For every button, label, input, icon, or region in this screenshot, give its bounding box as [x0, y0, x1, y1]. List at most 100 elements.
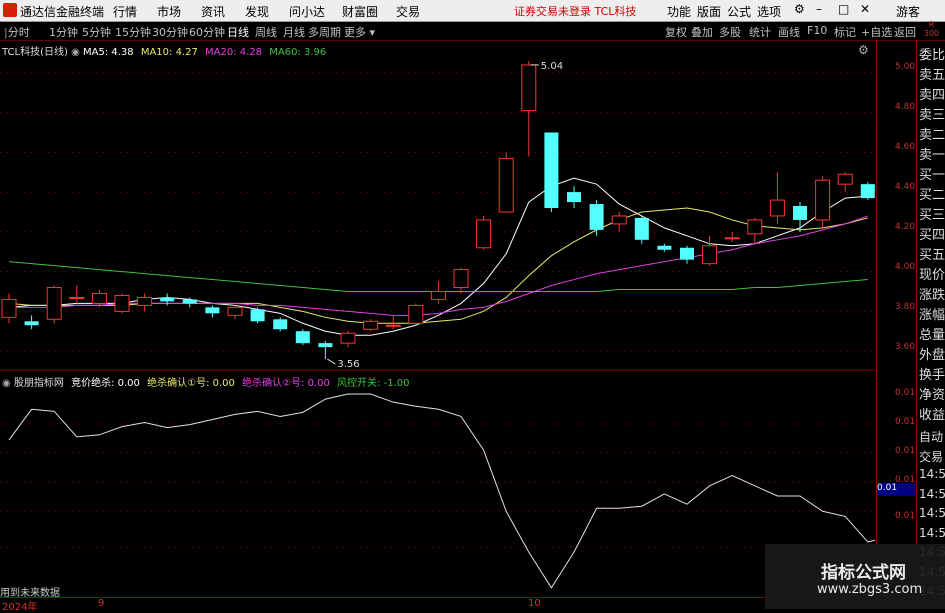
- sidebar-item[interactable]: 自动: [919, 428, 943, 445]
- sidebar-item[interactable]: 卖一: [919, 144, 945, 163]
- sidebar-item[interactable]: 卖四: [919, 84, 945, 103]
- sidebar-item[interactable]: 涨幅: [919, 304, 945, 323]
- legend-toggle-icon[interactable]: ◉: [71, 47, 83, 58]
- price-tick: 3.60: [895, 342, 916, 352]
- minimize-icon[interactable]: –: [816, 2, 822, 16]
- close-icon[interactable]: ✕: [860, 2, 870, 16]
- tab-period-60min[interactable]: 60分钟: [189, 24, 225, 40]
- sidebar-item[interactable]: 收益: [919, 404, 945, 423]
- tab-period-30min[interactable]: 30分钟: [152, 24, 188, 40]
- watermark: 指标公式网 www.zbgs3.com: [765, 544, 945, 609]
- menu-item-news[interactable]: 资讯: [201, 3, 225, 20]
- candle-body-down: [205, 307, 220, 314]
- candle-body-down: [295, 331, 310, 344]
- sidebar-item[interactable]: 14:56: [919, 526, 945, 540]
- indicator-chart[interactable]: [0, 372, 875, 597]
- sidebar-item[interactable]: 总量: [919, 324, 945, 343]
- sidebar-item[interactable]: 买一: [919, 164, 945, 183]
- sidebar-item[interactable]: 卖二: [919, 124, 945, 143]
- candle-body-up: [69, 296, 85, 299]
- sidebar-item[interactable]: 卖五: [919, 64, 945, 83]
- price-tick: 4.00: [895, 262, 916, 272]
- sidebar-item[interactable]: 14:56: [919, 487, 945, 501]
- x-axis-label: 2024年: [2, 602, 38, 613]
- menu-item-trade[interactable]: 交易: [396, 3, 420, 20]
- sidebar-item[interactable]: 换手: [919, 364, 945, 383]
- tab-period-multi[interactable]: 多周期: [308, 24, 341, 40]
- draw-line-button[interactable]: 画线: [778, 24, 800, 40]
- price-tick: 4.40: [895, 182, 916, 192]
- indicator-tick: 0.01: [895, 511, 916, 521]
- tab-period-more[interactable]: 更多 ▾: [344, 24, 375, 40]
- menu-item-assistant[interactable]: 问小达: [289, 3, 325, 20]
- ma-line-ma10: [8, 207, 868, 324]
- indicator-panel[interactable]: ◉ 股朋指标网 竞价绝杀: 0.00 绝杀确认①号: 0.00 绝杀确认②号: …: [0, 372, 875, 599]
- kline-panel[interactable]: 5.04 3.56 TCL科技(日线) ◉ MA5: 4.38 MA10: 4.2…: [0, 41, 875, 371]
- app-logo-icon: [3, 3, 17, 17]
- candle-body-up: [476, 219, 492, 249]
- tab-period-5min[interactable]: 5分钟: [82, 24, 111, 40]
- tab-period-weekly[interactable]: 周线: [255, 24, 277, 40]
- indicator-item-label: 风控开关: -1.00: [337, 378, 410, 389]
- sidebar-item[interactable]: 卖三: [919, 104, 945, 123]
- menu-item-market[interactable]: 市场: [157, 3, 181, 20]
- settings-icon[interactable]: ⚙: [794, 2, 805, 16]
- sidebar-item[interactable]: 14:56: [919, 467, 945, 481]
- add-watchlist-button[interactable]: +自选: [861, 24, 892, 40]
- legend-toggle-icon[interactable]: ◉: [2, 378, 14, 389]
- x-axis-label: 9: [98, 598, 105, 609]
- kline-chart[interactable]: 5.04 3.56: [0, 41, 875, 371]
- indicator-tick: 0.01: [895, 388, 916, 398]
- menu-item-formula[interactable]: 公式: [727, 3, 751, 20]
- stats-button[interactable]: 统计: [749, 24, 771, 40]
- sidebar-item[interactable]: 外盘: [919, 344, 945, 363]
- back-button[interactable]: 返回: [894, 24, 916, 40]
- sidebar-item[interactable]: 净资: [919, 384, 945, 403]
- candle-body-up: [702, 245, 718, 265]
- menu-item-function[interactable]: 功能: [667, 3, 691, 20]
- tab-period-15min[interactable]: 15分钟: [115, 24, 151, 40]
- multi-stock-button[interactable]: 多股: [719, 24, 741, 40]
- menu-item-options[interactable]: 选项: [757, 3, 781, 20]
- sidebar-item[interactable]: 委比: [919, 44, 945, 63]
- sidebar-item[interactable]: 现价: [919, 264, 945, 283]
- f10-button[interactable]: F10: [807, 24, 827, 37]
- candle-body-down: [160, 297, 175, 302]
- menu-item-quotes[interactable]: 行情: [113, 3, 137, 20]
- sidebar-item[interactable]: 买三: [919, 204, 945, 223]
- x-axis: 2024年 9 10: [0, 597, 875, 613]
- quote-sidebar: R 300 委比 卖五 卖四 卖三 卖二 卖一 买一 买二 买三 买四 买五 现价 涨跌 涨幅 总量 外盘 换手…: [916, 20, 945, 609]
- sidebar-item[interactable]: 14:56: [919, 506, 945, 520]
- app-title: 通达信金融终端: [20, 5, 105, 19]
- ma20-label: MA20: 4.28: [205, 47, 263, 58]
- candle-body-up: [521, 64, 537, 112]
- tab-period-monthly[interactable]: 月线: [283, 24, 305, 40]
- mark-button[interactable]: 标记: [834, 24, 856, 40]
- sidebar-item[interactable]: 买二: [919, 184, 945, 203]
- menu-item-wealth[interactable]: 财富圈: [342, 3, 378, 20]
- candle-body-down: [589, 204, 604, 230]
- sidebar-item[interactable]: 买五: [919, 244, 945, 263]
- adjust-button[interactable]: 复权: [665, 24, 687, 40]
- candle-body-down: [793, 206, 807, 220]
- sidebar-item[interactable]: 涨跌: [919, 284, 945, 303]
- price-tick: 4.80: [895, 102, 916, 112]
- maximize-icon[interactable]: □: [838, 2, 849, 16]
- candle-body-up: [453, 269, 469, 289]
- candle-body-up: [137, 296, 153, 306]
- ma-legend: TCL科技(日线) ◉ MA5: 4.38 MA10: 4.27 MA20: 4…: [2, 43, 326, 58]
- overlay-button[interactable]: 叠加: [691, 24, 713, 40]
- tab-period-intraday[interactable]: |分时: [4, 24, 30, 40]
- menu-item-discover[interactable]: 发现: [245, 3, 269, 20]
- candle-body-down: [634, 217, 649, 240]
- tab-period-1min[interactable]: 1分钟: [49, 24, 78, 40]
- indicator-item-label: 绝杀确认①号: 0.00: [147, 378, 235, 389]
- tab-period-daily[interactable]: 日线: [227, 24, 249, 40]
- sidebar-item[interactable]: 买四: [919, 224, 945, 243]
- guest-label[interactable]: 游客: [896, 3, 920, 20]
- price-axis: 5.00 4.80 4.60 4.40 4.20 4.00 3.80 3.60 …: [876, 41, 916, 597]
- menu-item-layout[interactable]: 版面: [697, 3, 721, 20]
- chevron-down-icon: ▾: [366, 26, 376, 39]
- sidebar-item[interactable]: 交易: [919, 448, 943, 465]
- panel-settings-icon[interactable]: ⚙: [858, 43, 869, 57]
